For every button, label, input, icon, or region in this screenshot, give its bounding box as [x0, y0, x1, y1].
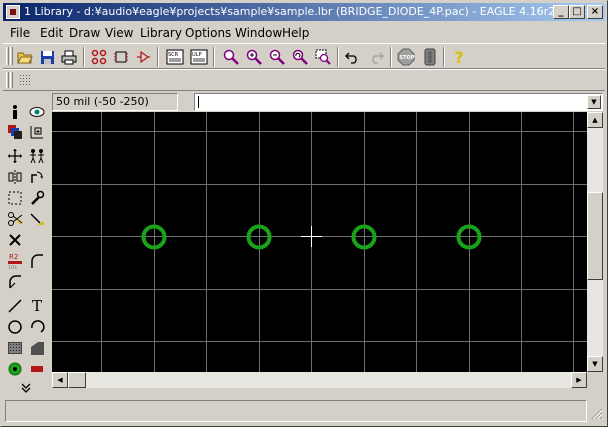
copy-icon[interactable]	[27, 146, 47, 166]
display-icon[interactable]	[5, 122, 25, 142]
grid-icon[interactable]	[16, 71, 36, 89]
menu-library[interactable]: Library	[140, 26, 182, 40]
text-icon[interactable]: T	[27, 296, 47, 316]
miter-icon[interactable]	[27, 209, 47, 229]
ulp-icon[interactable]: ULP	[189, 47, 209, 67]
symbol-icon[interactable]	[111, 47, 131, 67]
name-label: R2	[9, 253, 18, 261]
window-title: 1 Library - d:¥audio¥eagle¥projects¥samp…	[24, 5, 587, 18]
toolbar-grip[interactable]	[10, 72, 13, 88]
stop-icon[interactable]: STOP	[396, 47, 416, 67]
help-icon[interactable]: ?	[449, 47, 469, 67]
coordinate-display: 50 mil (-50 -250)	[52, 93, 178, 111]
script-icon[interactable]: SCR	[165, 47, 185, 67]
go-icon[interactable]	[420, 47, 440, 67]
menu-bar: File Edit Draw View Library Options Wind…	[3, 23, 605, 42]
horizontal-scrollbar[interactable]: ◀ ▶	[52, 372, 587, 388]
redraw-icon[interactable]	[290, 47, 310, 67]
scroll-down-button[interactable]: ▼	[587, 356, 603, 372]
status-bar	[5, 400, 587, 422]
menu-window[interactable]: Window	[235, 26, 282, 40]
delete-icon[interactable]	[5, 230, 25, 250]
title-bar[interactable]: 1 Library - d:¥audio¥eagle¥projects¥samp…	[3, 3, 605, 21]
value-label: 10k	[8, 265, 17, 270]
mark-icon[interactable]	[27, 122, 47, 142]
stop-label: STOP	[400, 55, 415, 61]
change-icon[interactable]	[27, 188, 47, 208]
group-icon[interactable]	[5, 188, 25, 208]
vertical-scroll-thumb[interactable]	[587, 192, 603, 280]
pac-icon[interactable]	[89, 47, 109, 67]
pad-icon[interactable]	[5, 359, 25, 379]
redo-icon[interactable]	[366, 47, 386, 67]
arc2-icon[interactable]	[27, 317, 47, 337]
zoom-out-icon[interactable]	[267, 47, 287, 67]
arc-icon[interactable]	[27, 251, 47, 271]
circle-icon[interactable]	[5, 317, 25, 337]
drawing-canvas[interactable]	[52, 112, 587, 372]
minimize-button[interactable]: _	[553, 5, 569, 19]
menu-file[interactable]: File	[10, 26, 30, 40]
origin-crosshair	[301, 226, 322, 247]
rotate-icon[interactable]	[27, 167, 47, 187]
smd-icon[interactable]	[27, 359, 47, 379]
close-button[interactable]: ×	[587, 5, 603, 19]
toolbar-separator	[157, 47, 159, 67]
grid-lines	[52, 112, 587, 372]
command-history-dropdown[interactable]: ▼	[587, 95, 601, 109]
menu-view[interactable]: View	[105, 26, 133, 40]
ulp-label: ULP	[192, 52, 201, 58]
resize-grip-icon[interactable]	[589, 406, 603, 420]
main-toolbar: SCR ULP STOP ?	[3, 43, 605, 69]
tool-palette: R2 10k T	[3, 96, 51, 396]
zoom-in-icon[interactable]	[244, 47, 264, 67]
device-icon[interactable]	[133, 47, 153, 67]
save-icon[interactable]	[37, 47, 57, 67]
scroll-right-button[interactable]: ▶	[571, 372, 587, 388]
smash-icon[interactable]	[5, 272, 25, 292]
info-icon[interactable]	[5, 102, 25, 122]
name-icon[interactable]: R2 10k	[5, 251, 25, 271]
toolbar-separator	[443, 47, 445, 67]
open-icon[interactable]	[15, 47, 35, 67]
zoom-select-icon[interactable]	[313, 47, 333, 67]
text-label: T	[31, 297, 42, 315]
vertical-scrollbar[interactable]: ▲ ▼	[587, 112, 603, 372]
text-caret	[198, 96, 199, 108]
toolbar-separator	[390, 47, 392, 67]
toolbar-grip[interactable]	[6, 47, 9, 65]
scroll-left-button[interactable]: ◀	[52, 372, 68, 388]
zoom-fit-icon[interactable]	[221, 47, 241, 67]
scroll-corner	[587, 372, 603, 388]
toolbar-separator	[337, 47, 339, 67]
menu-edit[interactable]: Edit	[40, 26, 63, 40]
polygon-icon[interactable]	[27, 338, 47, 358]
script-label: SCR	[168, 52, 179, 58]
app-icon[interactable]	[6, 5, 20, 19]
wire-icon[interactable]	[5, 296, 25, 316]
rect-icon[interactable]	[5, 338, 25, 358]
scroll-up-button[interactable]: ▲	[587, 112, 603, 128]
maximize-button[interactable]: □	[569, 5, 585, 19]
toolbar-separator	[213, 47, 215, 67]
command-input[interactable]: ▼	[194, 93, 603, 111]
eagle-window: 1 Library - d:¥audio¥eagle¥projects¥samp…	[0, 0, 608, 427]
move-icon[interactable]	[5, 146, 25, 166]
toolbar-grip[interactable]	[10, 47, 13, 65]
toolbar-separator	[83, 47, 85, 67]
mirror-icon[interactable]	[5, 167, 25, 187]
print-icon[interactable]	[59, 47, 79, 67]
parameter-toolbar	[3, 69, 605, 91]
canvas-svg	[52, 112, 587, 372]
menu-options[interactable]: Options	[185, 26, 231, 40]
undo-icon[interactable]	[343, 47, 363, 67]
toolbar-grip[interactable]	[6, 72, 9, 88]
split-icon[interactable]	[5, 209, 25, 229]
help-label: ?	[454, 47, 464, 67]
show-icon[interactable]	[27, 102, 47, 122]
horizontal-scroll-thumb[interactable]	[68, 372, 86, 388]
more-icon[interactable]	[16, 378, 36, 398]
menu-help[interactable]: Help	[282, 26, 309, 40]
menu-draw[interactable]: Draw	[69, 26, 100, 40]
